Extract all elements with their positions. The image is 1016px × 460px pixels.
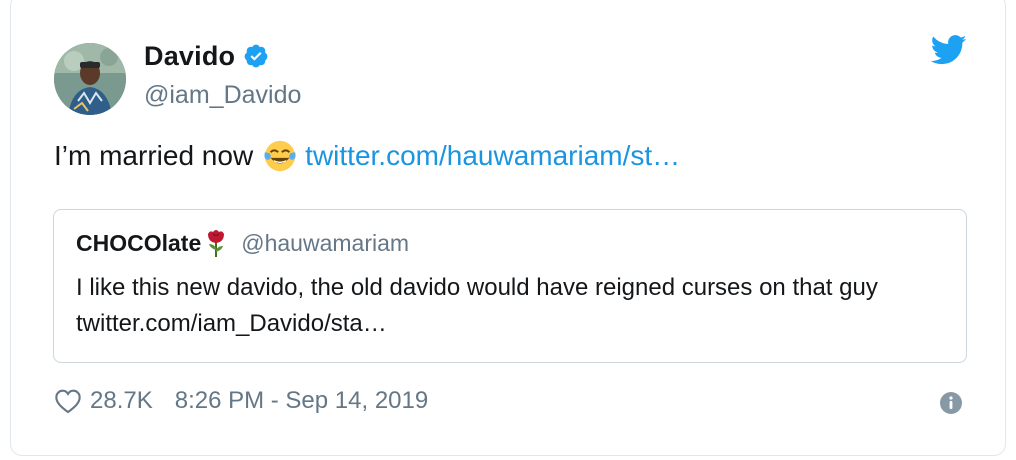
tweet-footer: 28.7K 8:26 PM - Sep 14, 2019 [54,387,428,415]
tweet-text: I’m married now twitter.com/hauwamariam/… [54,139,680,173]
tweet-card[interactable]: Davido @iam_Davido I’m married now twitt… [10,0,1006,456]
like-count[interactable]: 28.7K [90,387,153,415]
quoted-tweet-text: I like this new davido, the old davido w… [76,274,878,337]
tweet-link[interactable]: twitter.com/hauwamariam/st… [305,140,680,172]
avatar[interactable] [54,43,126,115]
tweet-timestamp[interactable]: 8:26 PM - Sep 14, 2019 [175,387,429,415]
face-with-tears-of-joy-icon [264,140,296,172]
author-display-name[interactable]: Davido [144,41,235,72]
quoted-author-handle: @hauwamariam [241,229,410,256]
author-name-row[interactable]: Davido [144,41,269,71]
info-icon[interactable] [939,391,963,415]
rose-icon [208,230,225,257]
quoted-author-name: CHOCOlate [76,229,202,256]
verified-badge-icon [244,44,268,68]
twitter-bird-icon[interactable] [931,35,967,65]
tweet-body-text: I’m married now [54,140,254,171]
heart-icon[interactable] [54,388,82,414]
quoted-tweet[interactable]: CHOCOlate @hauwamariam I like this new d… [53,209,967,363]
author-handle[interactable]: @iam_Davido [144,81,301,110]
quoted-tweet-header: CHOCOlate @hauwamariam [76,228,409,258]
